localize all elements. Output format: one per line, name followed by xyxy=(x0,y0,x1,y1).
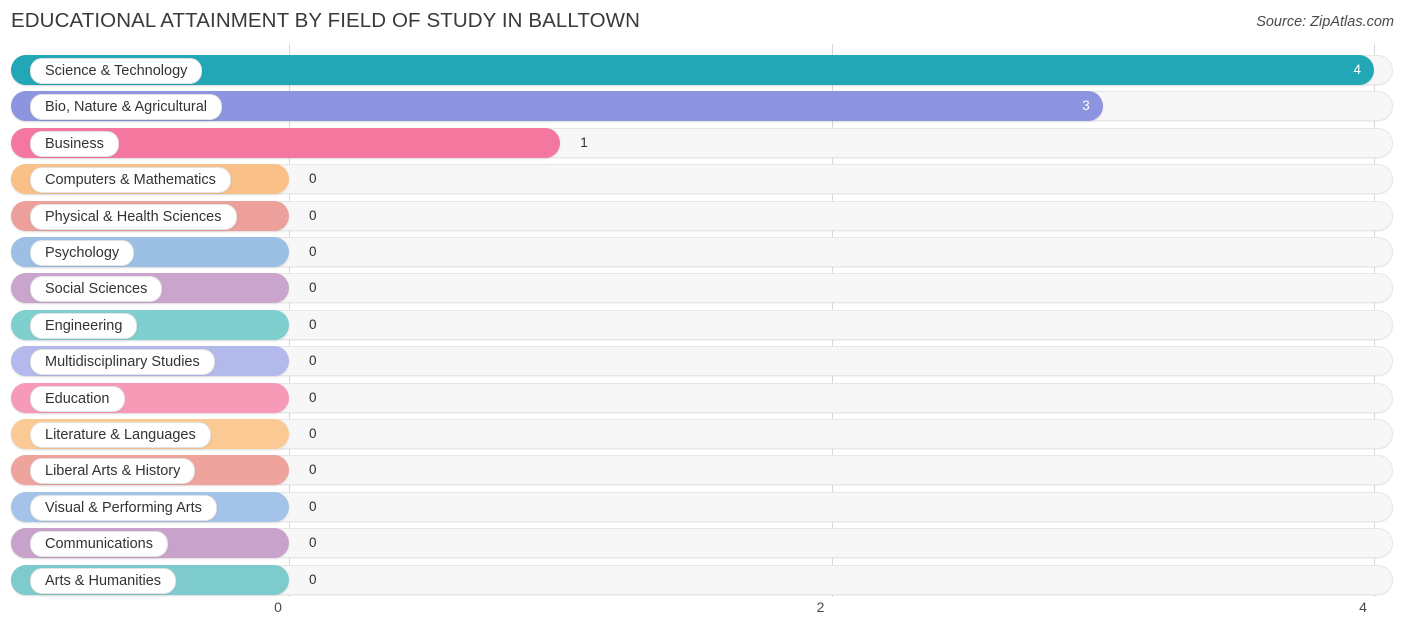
bar-value-label: 0 xyxy=(309,280,317,296)
chart-row[interactable]: 0 Physical & Health Sciences xyxy=(11,200,1393,231)
chart-row[interactable]: 0 Multidisciplinary Studies xyxy=(11,346,1393,377)
chart-row[interactable]: 0 Communications xyxy=(11,528,1393,559)
bar-value-label: 1 xyxy=(580,134,588,150)
chart-row[interactable]: 3 Bio, Nature & Agricultural xyxy=(11,91,1393,122)
chart-row[interactable]: 4 Science & Technology xyxy=(11,55,1393,85)
bar-category-label: Science & Technology xyxy=(30,58,203,84)
chart-row[interactable]: 0 Psychology xyxy=(11,237,1393,267)
chart-row[interactable]: 0 Education xyxy=(11,382,1393,413)
chart-row[interactable]: 0 Computers & Mathematics xyxy=(11,164,1393,195)
bar-value-label: 0 xyxy=(309,498,317,514)
bar-category-label: Social Sciences xyxy=(30,276,163,303)
chart-row[interactable]: 0 Arts & Humanities xyxy=(11,564,1393,595)
chart-row[interactable]: 0 Social Sciences xyxy=(11,273,1393,304)
x-axis-tick-label: 2 xyxy=(816,599,825,615)
bar-value-label: 0 xyxy=(309,353,317,369)
chart-header: EDUCATIONAL ATTAINMENT BY FIELD OF STUDY… xyxy=(0,0,1406,44)
x-axis-tick-label: 4 xyxy=(1359,599,1367,615)
bar-category-label: Bio, Nature & Agricultural xyxy=(30,94,222,121)
bar-category-label: Computers & Mathematics xyxy=(30,167,231,194)
bar-chart-plot-area: 4 Science & Technology 3 Bio, Nature & Agri… xyxy=(0,44,1406,597)
chart-row[interactable]: 0 Visual & Performing Arts xyxy=(11,491,1393,522)
bar-value-label: 0 xyxy=(309,535,317,551)
bar-value-label: 0 xyxy=(309,426,317,441)
bar[interactable]: 4 xyxy=(11,55,1374,85)
bar-value-label: 0 xyxy=(309,171,317,187)
bar-category-label: Psychology xyxy=(30,240,135,266)
bar-value-label: 3 xyxy=(1082,98,1090,114)
bar-category-label: Engineering xyxy=(30,312,138,339)
bar-category-label: Multidisciplinary Studies xyxy=(30,349,215,376)
chart-row[interactable]: 0 Engineering xyxy=(11,309,1393,340)
chart-row[interactable]: 0 Literature & Languages xyxy=(11,419,1393,449)
bar-category-label: Education xyxy=(30,385,125,412)
bar-category-label: Arts & Humanities xyxy=(30,567,177,594)
page-title: EDUCATIONAL ATTAINMENT BY FIELD OF STUDY… xyxy=(11,9,641,32)
bar-value-label: 0 xyxy=(309,244,317,259)
bar-category-label: Communications xyxy=(30,531,168,558)
x-axis-tick-label: 0 xyxy=(274,599,282,615)
bar-category-label: Visual & Performing Arts xyxy=(30,494,217,521)
bar-value-label: 4 xyxy=(1353,62,1361,77)
bar-category-label: Liberal Arts & History xyxy=(30,458,196,485)
bar-category-label: Physical & Health Sciences xyxy=(30,203,237,230)
source-attribution: Source: ZipAtlas.com xyxy=(1256,14,1394,30)
chart-row[interactable]: 0 Liberal Arts & History xyxy=(11,455,1393,486)
chart-row[interactable]: 1 Business xyxy=(11,127,1393,158)
bar-category-label: Business xyxy=(30,130,119,157)
bar-value-label: 0 xyxy=(309,462,317,478)
x-axis: 0 2 4 xyxy=(0,597,1406,631)
bar-value-label: 0 xyxy=(309,316,317,332)
bar-value-label: 0 xyxy=(309,389,317,405)
bar-category-label: Literature & Languages xyxy=(30,422,211,448)
bar-value-label: 0 xyxy=(309,571,317,587)
bar-value-label: 0 xyxy=(309,207,317,223)
